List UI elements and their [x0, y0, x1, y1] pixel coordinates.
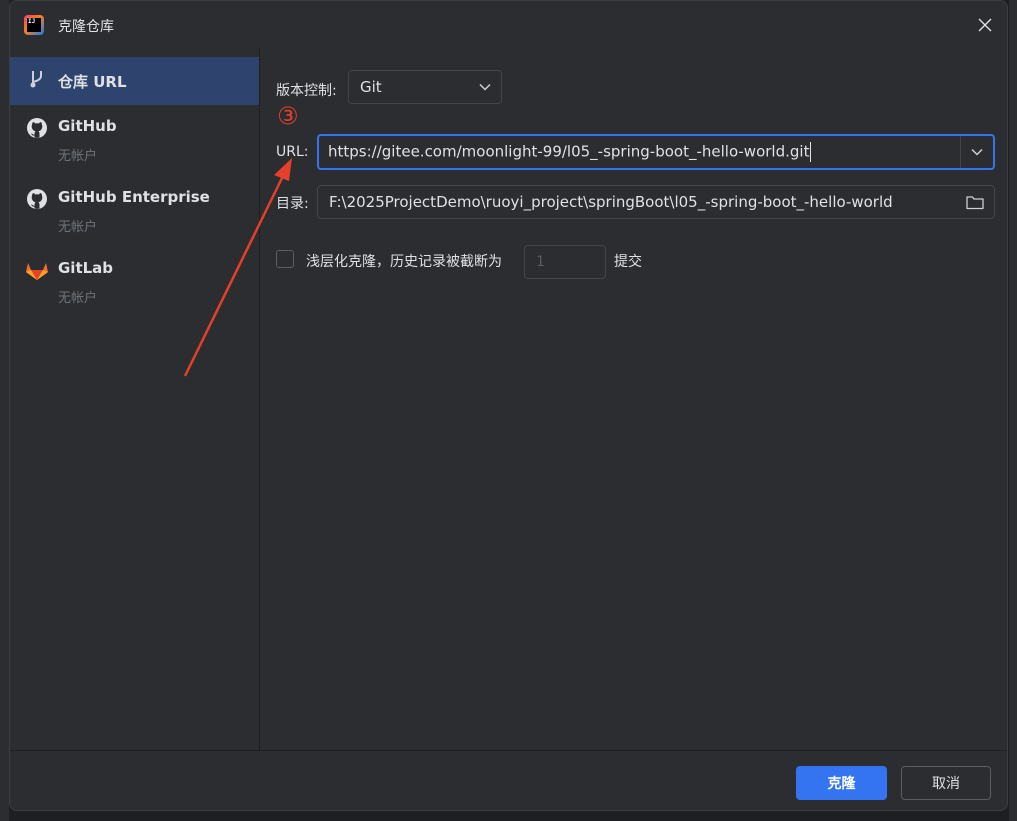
folder-icon: [966, 195, 984, 209]
intellij-icon: IJ: [24, 15, 44, 35]
chevron-down-icon: [971, 148, 983, 156]
close-button[interactable]: [971, 11, 999, 39]
shallow-depth-input[interactable]: 1: [524, 245, 606, 279]
app-icon-text: IJ: [27, 18, 41, 32]
annotation-arrow: [183, 158, 292, 377]
directory-input-value: F:\2025ProjectDemo\ruoyi_project\springB…: [329, 193, 893, 211]
dialog-footer: 克隆 取消: [10, 750, 1007, 810]
directory-input[interactable]: F:\2025ProjectDemo\ruoyi_project\springB…: [317, 185, 995, 219]
sidebar-item-label: GitHub: [58, 117, 117, 135]
clone-repository-dialog: IJ 克隆仓库 仓库 URL GitHub 无帐户 GitHub Enterpr…: [9, 0, 1008, 811]
background-ide-right: [1009, 0, 1017, 821]
url-input-wrapper: https://gitee.com/moonlight-99/l05_-spri…: [319, 142, 960, 162]
github-icon: [27, 118, 47, 138]
text-caret: [810, 142, 812, 162]
gitlab-icon: [26, 263, 48, 280]
sidebar-item-label: GitLab: [58, 259, 114, 277]
url-input-value: https://gitee.com/moonlight-99/l05_-spri…: [328, 142, 810, 161]
github-icon: [27, 189, 47, 209]
close-icon: [978, 18, 992, 32]
title-bar: IJ 克隆仓库: [10, 1, 1007, 49]
git-branch-icon: [30, 71, 42, 88]
shallow-clone-label: 浅层化克隆，历史记录被截断为: [306, 254, 502, 270]
shallow-clone-suffix: 提交: [614, 254, 642, 270]
chevron-down-icon: [469, 71, 501, 103]
background-ide-left: [0, 0, 9, 821]
url-history-dropdown[interactable]: [961, 136, 993, 168]
cancel-button[interactable]: 取消: [901, 766, 991, 800]
vcs-label: 版本控制:: [276, 83, 337, 99]
sidebar-item-label: 仓库 URL: [58, 73, 127, 91]
sidebar-item-repository-url[interactable]: 仓库 URL: [10, 57, 259, 105]
dialog-title: 克隆仓库: [58, 19, 114, 35]
browse-folder-button[interactable]: [956, 186, 994, 218]
sidebar-item-account-status: 无帐户: [58, 149, 98, 164]
url-input[interactable]: https://gitee.com/moonlight-99/l05_-spri…: [317, 134, 995, 170]
annotation-step-number: ③: [277, 102, 299, 130]
vcs-select-value: Git: [360, 78, 382, 96]
vcs-select[interactable]: Git: [348, 70, 502, 104]
clone-button[interactable]: 克隆: [796, 766, 887, 800]
sidebar-item-account-status: 无帐户: [58, 291, 98, 306]
sidebar-item-account-status: 无帐户: [58, 220, 98, 235]
clone-form: 版本控制: Git ③ URL: https://gitee.com/moonl…: [260, 49, 1007, 750]
